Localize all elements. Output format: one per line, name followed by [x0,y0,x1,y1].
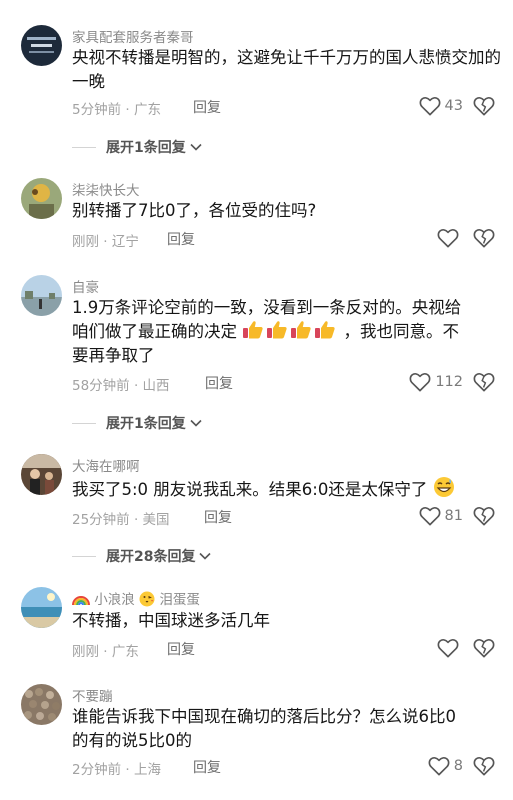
like-button[interactable] [437,228,463,248]
comment-meta: 2分钟前 · 上海 [72,762,161,778]
reply-button[interactable]: 回复 [193,97,221,117]
like-button[interactable]: 112 [409,372,463,392]
username[interactable]: 家具配套服务者秦哥 [72,26,194,46]
like-count: 43 [444,98,463,114]
heart-icon [419,506,441,526]
avatar[interactable] [21,25,62,66]
like-count: 112 [435,374,463,390]
reply-button[interactable]: 回复 [193,757,221,777]
comment-text-segment: ，我也同意。不 [343,322,460,341]
dislike-button[interactable] [473,96,495,116]
heart-icon [419,96,441,116]
username[interactable]: 小浪浪 泪蛋蛋 [72,588,200,608]
dislike-button[interactable] [473,638,495,658]
comment-text-segment: 我买了5:0 朋友说我乱来。结果6:0还是太保守了 [72,480,428,499]
heart-icon [437,228,459,248]
comment-text: 别转播了7比0了，各位受的住吗? [72,201,317,220]
kiss-face-icon [139,591,155,607]
like-button[interactable] [437,638,463,658]
expand-replies-button[interactable]: 展开28条回复 [72,546,212,566]
comment-text-line: 谁能告诉我下中国现在确切的落后比分？怎么说6比0 [72,707,456,726]
expand-replies-label: 展开1条回复 [106,140,186,156]
comment-text-segment: 咱们做了最正确的决定 [72,322,237,341]
avatar[interactable] [21,454,62,495]
comment-text-line: 要再争取了 [72,346,155,365]
like-count: 8 [453,758,463,774]
comment-text: 央视不转播是明智的，这避免让千千万万的国人悲愤交加的一晚 [72,48,501,91]
like-button[interactable]: 43 [419,96,463,116]
heart-icon [437,638,459,658]
reply-button[interactable]: 回复 [167,229,195,249]
avatar[interactable] [21,178,62,219]
comment-text: 谁能告诉我下中国现在确切的落后比分？怎么说6比0 的有的说5比0的 [72,705,502,753]
heart-icon [409,372,431,392]
comment-text: 1.9万条评论空前的一致，没看到一条反对的。央视给 咱们做了最正确的决定 ，我也… [72,296,502,368]
divider [72,555,96,557]
dislike-button[interactable] [473,228,495,248]
comment-meta: 5分钟前 · 广东 [72,102,161,118]
like-button[interactable]: 81 [419,506,463,526]
heart-icon [428,756,450,776]
reply-button[interactable]: 回复 [205,373,233,393]
reply-button[interactable]: 回复 [204,507,232,527]
comment-text: 不转播，中国球迷多活几年 [72,611,270,630]
dislike-button[interactable] [473,506,495,526]
avatar[interactable] [21,275,62,316]
divider [72,422,96,424]
username-part: 泪蛋蛋 [159,592,200,608]
expand-replies-button[interactable]: 展开1条回复 [72,413,202,433]
comment-meta: 刚刚 · 广东 [72,644,139,660]
grin-sweat-icon [433,476,455,498]
expand-replies-button[interactable]: 展开1条回复 [72,137,202,157]
dislike-button[interactable] [473,372,495,392]
chevron-down-icon [190,419,202,427]
username[interactable]: 大海在哪啊 [72,455,140,475]
avatar[interactable] [21,587,62,628]
like-count: 81 [444,508,463,524]
comment-text-line: 1.9万条评论空前的一致，没看到一条反对的。央视给 [72,298,462,317]
chevron-down-icon [190,143,202,151]
username[interactable]: 柒柒快长大 [72,179,140,199]
username[interactable]: 自豪 [72,276,99,296]
comment-text: 我买了5:0 朋友说我乱来。结果6:0还是太保守了 [72,476,502,502]
like-button[interactable]: 8 [428,756,463,776]
expand-replies-label: 展开28条回复 [106,549,196,565]
chevron-down-icon [199,552,212,560]
comment-text-line: 咱们做了最正确的决定 ，我也同意。不 [72,320,502,344]
comment-meta: 25分钟前 · 美国 [72,512,170,528]
username-part: 小浪浪 [94,592,135,608]
reply-button[interactable]: 回复 [167,639,195,659]
comment-text-line: 的有的说5比0的 [72,731,192,750]
avatar[interactable] [21,684,62,725]
divider [72,146,96,148]
comment-meta: 58分钟前 · 山西 [72,378,170,394]
thumbs-up-icon [242,320,338,340]
comment-meta: 刚刚 · 辽宁 [72,234,139,250]
username[interactable]: 不要蹦 [72,685,113,705]
dislike-button[interactable] [473,756,495,776]
expand-replies-label: 展开1条回复 [106,416,186,432]
rainbow-icon [72,592,90,606]
